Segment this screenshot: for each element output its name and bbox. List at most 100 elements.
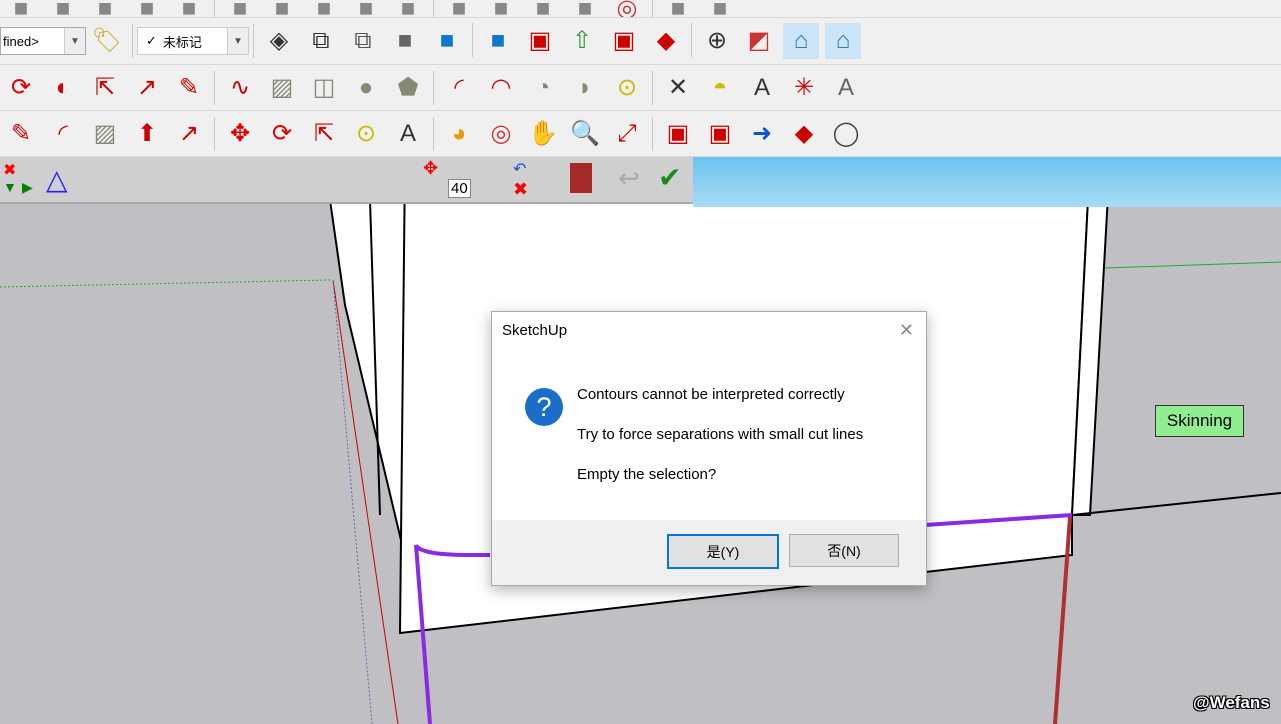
orbit-icon[interactable]: ◎ <box>483 116 519 152</box>
pencil-icon[interactable]: ✎ <box>171 70 207 106</box>
rotated-rect-icon[interactable]: ◫ <box>306 70 342 106</box>
arc-icon[interactable]: ◜ <box>45 116 81 152</box>
arc-icon[interactable]: ◜ <box>441 70 477 106</box>
extension-icon[interactable]: ▣ <box>702 116 738 152</box>
3d-text-icon[interactable]: A <box>828 70 864 106</box>
paint-icon[interactable]: ■ <box>87 0 123 17</box>
toolbar-separator <box>433 70 434 105</box>
arc-2pt-icon[interactable]: ◠ <box>483 70 519 106</box>
toolbar-separator <box>433 0 434 17</box>
walk-person-icon[interactable]: ■ <box>660 0 696 17</box>
circle-icon[interactable]: ● <box>348 70 384 106</box>
axes-icon[interactable]: ✳ <box>786 70 822 106</box>
toolbar-row-4: ✎ ◜ ▨ ⬆ ↗ ✥ ⟳ ⇱ ⊙ A ◕ ◎ ✋ 🔍 ⤢ ▣ ▣ ➜ ◆ ◯ <box>0 111 1281 157</box>
offset-icon[interactable]: ↗ <box>171 116 207 152</box>
warehouse-icon[interactable]: ▣ <box>522 23 558 59</box>
pan-icon[interactable]: ✋ <box>525 116 561 152</box>
house-blue-icon[interactable]: ⌂ <box>783 23 819 59</box>
toolbar-separator <box>652 0 653 17</box>
chevron-down-icon[interactable]: ▼ <box>64 28 85 54</box>
eraser-icon[interactable]: ■ <box>441 0 477 17</box>
freehand-icon[interactable]: ∿ <box>222 70 258 106</box>
dialog-footer: 是(Y) 否(N) <box>492 520 926 585</box>
info-icon[interactable]: ■ <box>348 0 384 17</box>
tape-measure-icon[interactable]: ⊙ <box>348 116 384 152</box>
orbit-icon[interactable]: ◎ <box>609 0 645 17</box>
triangle-down-icon[interactable]: ▼ <box>3 179 17 195</box>
style-combo[interactable]: fined> ▼ <box>0 27 86 55</box>
ruby-icon[interactable]: ◆ <box>786 116 822 152</box>
upload-icon[interactable]: ⇧ <box>564 23 600 59</box>
redo-icon[interactable]: ■ <box>264 0 300 17</box>
zoom-icon[interactable]: 🔍 <box>567 116 603 152</box>
map-icon[interactable]: ■ <box>390 0 426 17</box>
warehouse-icon[interactable]: ▣ <box>660 116 696 152</box>
shaded-icon[interactable]: ■ <box>387 23 423 59</box>
toolbar-separator <box>652 70 653 105</box>
house-selected-icon[interactable]: ⌂ <box>825 23 861 59</box>
print-icon[interactable]: ■ <box>306 0 342 17</box>
extension-icon[interactable]: ▣ <box>606 23 642 59</box>
close-red-icon[interactable]: ✖ <box>3 160 16 180</box>
pencil-icon[interactable]: ✎ <box>3 116 39 152</box>
triangle-right-icon[interactable]: ▶ <box>22 179 33 196</box>
toolbar-separator <box>472 23 473 57</box>
pie-3pt-icon[interactable]: ◗ <box>567 70 603 106</box>
tag-combo[interactable]: ✓ 未标记 ▼ <box>137 27 249 55</box>
section-fill-icon[interactable]: ◩ <box>741 23 777 59</box>
hidden-icon[interactable]: ⧉ <box>345 23 381 59</box>
scissors-icon[interactable]: ■ <box>45 0 81 17</box>
move-icon[interactable]: ✥ <box>222 116 258 152</box>
exit-door-icon[interactable] <box>570 163 592 193</box>
box-blue-icon[interactable]: ■ <box>525 0 561 17</box>
protractor-icon[interactable]: ◓ <box>702 70 738 106</box>
box-green-icon[interactable]: ■ <box>567 0 603 17</box>
wire-icon[interactable]: ⧉ <box>303 23 339 59</box>
iso-view-icon[interactable]: ◈ <box>261 23 297 59</box>
mono-icon[interactable]: ■ <box>480 23 516 59</box>
segments-input[interactable]: 40 <box>448 179 471 198</box>
rotate-icon[interactable]: ⟳ <box>264 116 300 152</box>
cone-icon[interactable]: △ <box>46 163 68 196</box>
delete-icon[interactable]: ■ <box>171 0 207 17</box>
undo-icon[interactable]: ↶ <box>513 159 526 179</box>
rectangle-icon[interactable]: ▨ <box>87 116 123 152</box>
rotate-icon[interactable]: ⟳ <box>3 70 39 106</box>
dialog-title: SketchUp <box>502 322 568 339</box>
section-plane-icon[interactable]: ⊕ <box>699 23 735 59</box>
pie-icon[interactable]: ◔ <box>525 70 561 106</box>
close-icon[interactable]: ✕ <box>899 320 914 341</box>
no-button[interactable]: 否(N) <box>789 534 899 567</box>
text-icon[interactable]: A <box>390 116 426 152</box>
textured-icon[interactable]: ■ <box>429 23 465 59</box>
account-icon[interactable]: ◯ <box>828 116 864 152</box>
box-yellow-icon[interactable]: ■ <box>483 0 519 17</box>
save-icon[interactable]: ■ <box>3 0 39 17</box>
zoom-extents-icon[interactable]: ⤢ <box>609 116 645 152</box>
yes-button[interactable]: 是(Y) <box>667 534 779 569</box>
scale-icon[interactable]: ⇱ <box>306 116 342 152</box>
tag-icon-icon[interactable]: 🏷 <box>89 23 125 59</box>
cancel-icon[interactable]: ✖ <box>513 179 528 200</box>
ruby-icon[interactable]: ◆ <box>648 23 684 59</box>
sky-background <box>693 157 1281 207</box>
back-icon[interactable]: ↩ <box>618 163 640 194</box>
style-combo-value: fined> <box>3 33 39 49</box>
paint-bucket-icon[interactable]: ◕ <box>441 116 477 152</box>
follow-me-icon[interactable]: ◐ <box>45 70 81 106</box>
rectangle-icon[interactable]: ▨ <box>264 70 300 106</box>
text-icon[interactable]: A <box>744 70 780 106</box>
polygon-icon[interactable]: ⬟ <box>390 70 426 106</box>
copy-icon[interactable]: ■ <box>129 0 165 17</box>
checkmark-icon[interactable]: ✔ <box>658 161 681 194</box>
move-icon[interactable]: ✥ <box>423 158 438 179</box>
tape-measure-icon[interactable]: ⊙ <box>609 70 645 106</box>
undo-icon[interactable]: ■ <box>222 0 258 17</box>
scale-icon[interactable]: ⇱ <box>87 70 123 106</box>
xray-cube-icon[interactable]: ■ <box>702 0 738 17</box>
dimension-icon[interactable]: ✕ <box>660 70 696 106</box>
chevron-down-icon[interactable]: ▼ <box>227 28 248 54</box>
send-icon[interactable]: ➜ <box>744 116 780 152</box>
offset-icon[interactable]: ↗ <box>129 70 165 106</box>
push-pull-icon[interactable]: ⬆ <box>129 116 165 152</box>
